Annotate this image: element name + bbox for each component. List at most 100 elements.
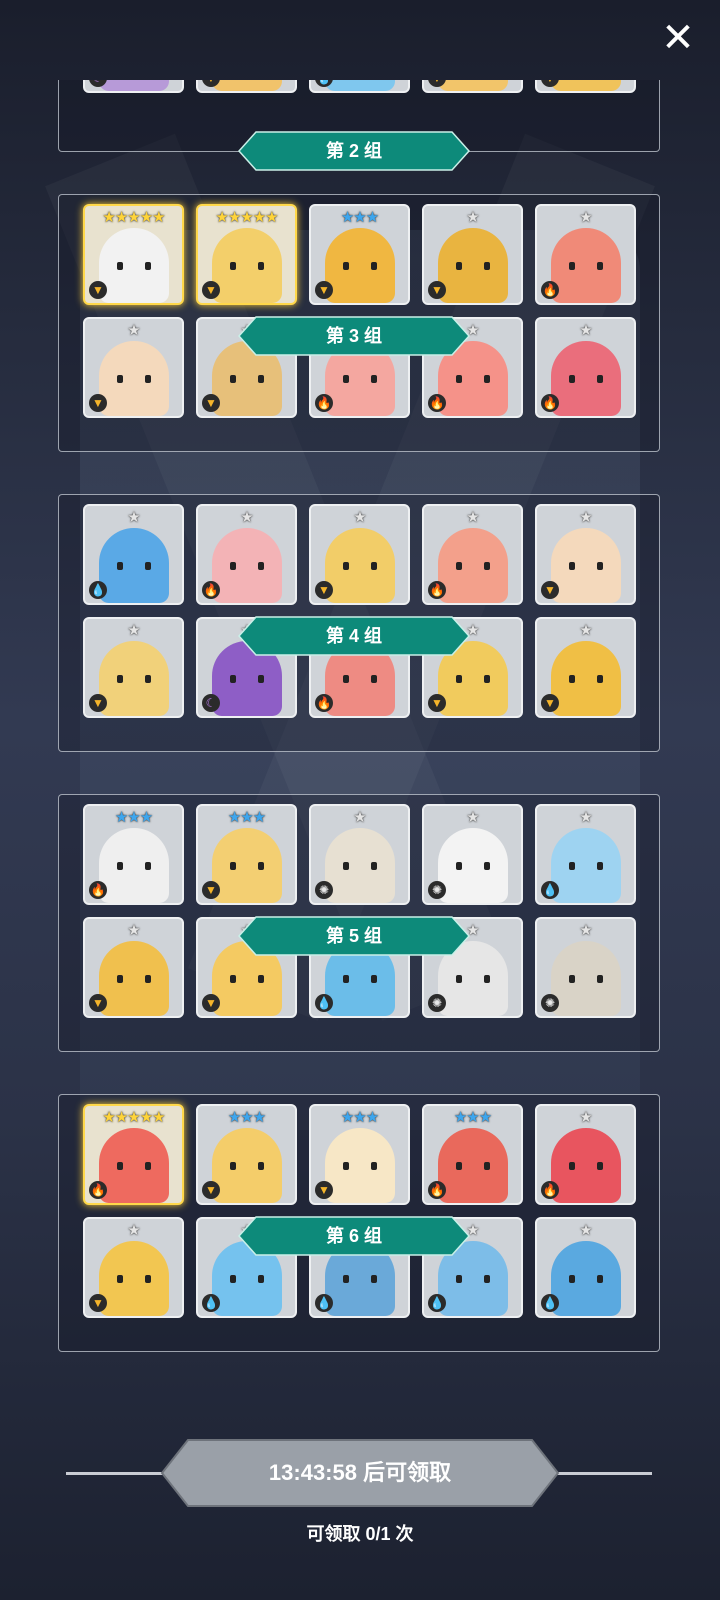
hero-eyes — [569, 975, 603, 983]
water-element-icon: 💧 — [541, 1294, 559, 1312]
earth-element-icon: ▼ — [541, 694, 559, 712]
hero-eyes — [569, 675, 603, 683]
star-icon: ★ — [127, 622, 140, 639]
earth-element-icon: ▼ — [89, 394, 107, 412]
earth-element-icon: ▼ — [89, 281, 107, 299]
hero-card[interactable]: ★★★ ▼ — [196, 804, 297, 905]
hero-card[interactable]: ★▼ — [535, 504, 636, 605]
star-rating: ★ — [85, 922, 182, 939]
hero-eyes — [569, 262, 603, 270]
close-button[interactable]: ✕ — [658, 18, 698, 58]
hero-card[interactable]: ★★★ 🔥 — [422, 1104, 523, 1205]
hero-card[interactable]: ★★★ ▼ — [196, 1104, 297, 1205]
star-icon: ★ — [340, 209, 354, 226]
group-label: 第 2 组 — [238, 131, 470, 171]
hero-card[interactable]: ★ ✺ — [309, 804, 410, 905]
hero-eyes — [117, 562, 151, 570]
star-rating: ★★★ — [198, 809, 295, 826]
hero-card[interactable]: ★★★ ▼ — [309, 204, 410, 305]
hero-card[interactable]: ★★★★★ ▼ — [196, 204, 297, 305]
hero-card[interactable]: ★★★★★ 🔥 — [83, 1104, 184, 1205]
hero-eyes — [456, 1275, 490, 1283]
water-element-icon: 💧 — [89, 581, 107, 599]
hero-card[interactable]: ★▼ — [422, 204, 523, 305]
star-icon: ★ — [139, 809, 153, 826]
star-rating: ★★★★★ — [85, 209, 182, 226]
hero-eyes — [230, 1162, 264, 1170]
hero-card[interactable]: ★★★ 🔥 — [83, 804, 184, 905]
star-icon: ★ — [139, 1109, 153, 1126]
hero-card[interactable]: 💧 — [309, 80, 410, 93]
star-icon: ★ — [240, 509, 253, 526]
group-label: 第 5 组 — [238, 916, 470, 956]
group-label-text: 第 2 组 — [325, 141, 382, 161]
hero-eyes — [343, 562, 377, 570]
earth-element-icon: ▼ — [89, 994, 107, 1012]
claim-button[interactable]: 13:43:58 后可领取 — [160, 1438, 560, 1508]
star-rating: ★ — [424, 209, 521, 226]
hero-card[interactable]: ★💧 — [535, 1217, 636, 1318]
hero-card[interactable]: ★★★★★ ▼ — [83, 204, 184, 305]
star-icon: ★ — [579, 809, 592, 826]
hero-card[interactable]: ★▼ — [83, 617, 184, 718]
water-element-icon: 💧 — [428, 1294, 446, 1312]
fire-element-icon: 🔥 — [315, 394, 333, 412]
star-icon: ★ — [252, 209, 266, 226]
hero-card[interactable]: ▼ — [196, 80, 297, 93]
hero-card[interactable]: ★▼ — [83, 917, 184, 1018]
star-icon: ★ — [252, 809, 266, 826]
hero-card[interactable]: ★★★ ▼ — [309, 1104, 410, 1205]
group-label: 第 3 组 — [238, 316, 470, 356]
fire-element-icon: 🔥 — [428, 1181, 446, 1199]
hero-card[interactable]: ☾ — [83, 80, 184, 93]
star-icon: ★ — [340, 1109, 354, 1126]
star-icon: ★ — [227, 809, 241, 826]
hero-portrait — [325, 80, 395, 91]
hero-eyes — [343, 375, 377, 383]
hero-card[interactable]: ★▼ — [309, 504, 410, 605]
star-icon: ★ — [466, 509, 479, 526]
star-rating: ★ — [537, 209, 634, 226]
hero-card[interactable]: ★ ✺ — [422, 804, 523, 905]
fire-element-icon: 🔥 — [89, 881, 107, 899]
star-icon: ★ — [127, 1222, 140, 1239]
star-rating: ★ — [85, 622, 182, 639]
earth-element-icon: ▼ — [315, 1181, 333, 1199]
hero-card[interactable]: ★🔥 — [535, 317, 636, 418]
hero-card[interactable]: ★💧 — [535, 804, 636, 905]
water-element-icon: 💧 — [315, 994, 333, 1012]
star-icon: ★ — [227, 209, 241, 226]
star-icon: ★ — [240, 809, 253, 826]
hero-eyes — [343, 1275, 377, 1283]
hero-card[interactable]: ★💧 — [83, 504, 184, 605]
hero-card[interactable]: ▼ — [535, 80, 636, 93]
star-icon: ★ — [579, 1109, 592, 1126]
hero-card[interactable]: ★🔥 — [422, 504, 523, 605]
star-rating: ★ — [537, 322, 634, 339]
hero-card[interactable]: ★ ✺ — [535, 917, 636, 1018]
fire-element-icon: 🔥 — [89, 1181, 107, 1199]
star-rating: ★ — [537, 922, 634, 939]
hero-card[interactable]: ★🔥 — [535, 1104, 636, 1205]
groups-scroll-area[interactable]: ☾▼💧▼▼第 2 组★★★★★▼★★★★★▼★★★▼★▼★🔥★▼★▼★🔥★🔥★🔥… — [0, 80, 720, 1410]
star-rating: ★ — [537, 622, 634, 639]
star-icon: ★ — [252, 1109, 266, 1126]
hero-eyes — [230, 562, 264, 570]
water-element-icon: 💧 — [315, 1294, 333, 1312]
light-element-icon: ✺ — [541, 994, 559, 1012]
hero-card[interactable]: ★▼ — [83, 1217, 184, 1318]
hero-card[interactable]: ▼ — [422, 80, 523, 93]
hero-portrait — [99, 80, 169, 91]
star-icon: ★ — [466, 809, 479, 826]
star-rating: ★ — [424, 809, 521, 826]
hero-eyes — [456, 675, 490, 683]
hero-eyes — [230, 1275, 264, 1283]
hero-card[interactable]: ★🔥 — [196, 504, 297, 605]
hero-card[interactable]: ★▼ — [535, 617, 636, 718]
hero-eyes — [343, 1162, 377, 1170]
hero-card[interactable]: ★🔥 — [535, 204, 636, 305]
earth-element-icon: ▼ — [428, 694, 446, 712]
star-rating: ★ — [537, 1222, 634, 1239]
hero-card[interactable]: ★▼ — [83, 317, 184, 418]
light-element-icon: ✺ — [428, 994, 446, 1012]
